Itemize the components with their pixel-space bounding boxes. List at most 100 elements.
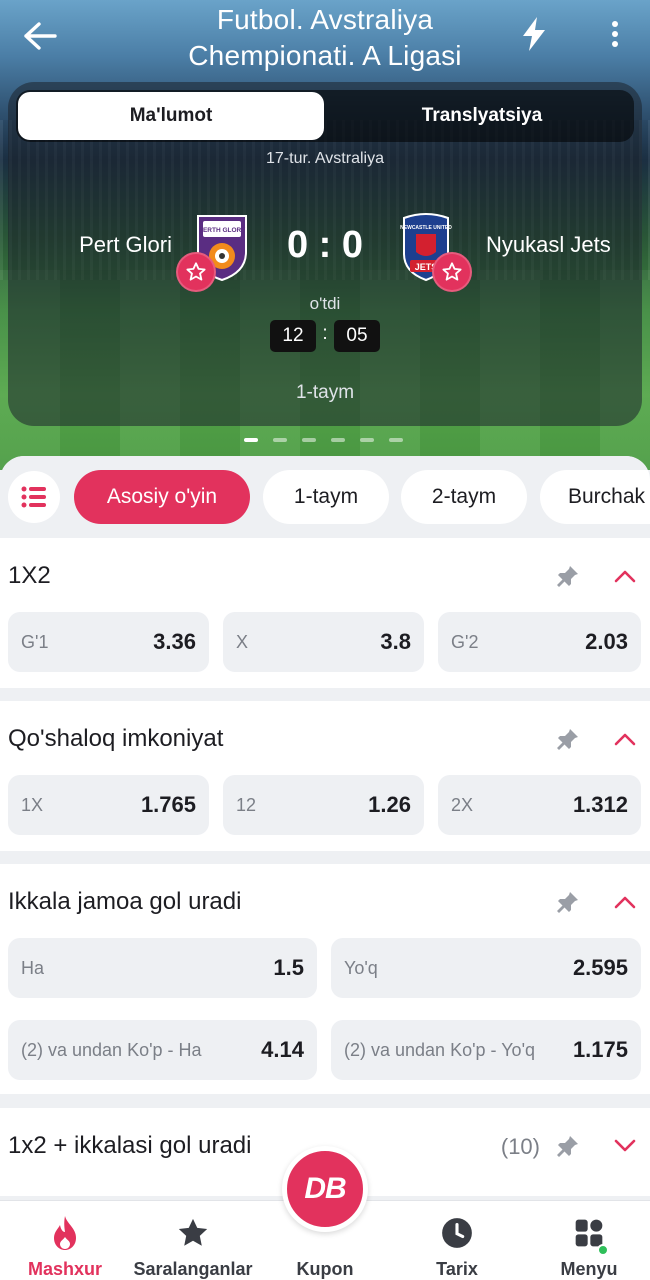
market-section-1x2: 1X2 G'1 3.36 X 3.8 G'2 2.03 [0,538,650,688]
carousel-dot[interactable] [360,438,374,442]
market-filter-bar: Asosiy o'yin 1-taym 2-taym Burchak [0,456,650,538]
odd-button[interactable]: (2) va undan Ko'p - Ha 4.14 [8,1020,317,1080]
markets-panel: Asosiy o'yin 1-taym 2-taym Burchak 1X2 G… [0,456,650,1216]
odd-label: (2) va undan Ko'p - Yo'q [344,1040,536,1060]
pin-button[interactable] [552,886,584,918]
collapse-button[interactable] [608,723,642,755]
scoreboard-card: Ma'lumot Translyatsiya 17-tur. Avstraliy… [8,82,642,426]
back-button[interactable] [18,14,62,58]
nav-label: Saralanganlar [133,1259,253,1279]
page-title: Futbol. Avstraliya Chempionati. A Ligasi [90,2,560,74]
odd-button[interactable]: 1X 1.765 [8,775,209,835]
tab-info[interactable]: Ma'lumot [18,92,324,140]
filter-second-half[interactable]: 2-taym [401,470,527,524]
odd-label: 2X [451,795,474,815]
nav-history[interactable]: Tarix [392,1201,522,1280]
filter-main-game[interactable]: Asosiy o'yin [74,470,250,524]
odd-button[interactable]: 2X 1.312 [438,775,641,835]
match-tabs: Ma'lumot Translyatsiya [16,90,634,142]
carousel-dot[interactable] [302,438,316,442]
odd-button[interactable]: G'2 2.03 [438,612,641,672]
star-outline-icon [186,262,206,281]
odd-label: Ha [21,958,45,978]
home-favorite-button[interactable] [176,252,216,292]
chevron-up-icon [614,733,636,746]
timer-minutes: 12 [270,320,316,352]
away-team-name: Nyukasl Jets [486,232,611,257]
nav-label: Kupon [296,1259,354,1279]
quick-bet-button[interactable] [512,12,556,56]
match-status: o'tdi [309,294,341,313]
market-count: (10) [500,1134,540,1159]
timer-separator: : [322,323,328,344]
pin-button[interactable] [552,1130,584,1162]
odd-value: 1.765 [140,792,196,817]
coupon-button[interactable]: DB [282,1146,368,1232]
timer-seconds: 05 [334,320,380,352]
market-title[interactable]: 1x2 + ikkalasi gol uradi [8,1132,251,1160]
pin-button[interactable] [552,723,584,755]
odd-label: G'1 [21,632,49,652]
odd-button[interactable]: X 3.8 [223,612,424,672]
filter-first-half[interactable]: 1-taym [263,470,389,524]
match-score: 0 : 0 [286,224,364,266]
nav-label: Tarix [436,1259,478,1279]
home-team-name: Pert Glori [79,232,172,257]
odd-label: X [236,632,249,652]
market-title[interactable]: Qo'shaloq imkoniyat [8,725,223,753]
online-status-dot [597,1244,609,1256]
flame-icon [47,1213,83,1253]
market-title[interactable]: 1X2 [8,562,51,590]
coupon-logo: DB [304,1172,346,1205]
match-timer: 12 : 05 [270,320,382,352]
clock-icon [439,1213,475,1253]
odd-button[interactable]: Yo'q 2.595 [331,938,641,998]
market-title[interactable]: Ikkala jamoa gol uradi [8,888,241,916]
odd-value: 2.03 [585,629,628,654]
odd-button[interactable]: Ha 1.5 [8,938,317,998]
odd-button[interactable]: (2) va undan Ko'p - Yo'q 1.175 [331,1020,641,1080]
collapse-button[interactable] [608,560,642,592]
market-list-button[interactable] [8,471,60,523]
odd-button[interactable]: 12 1.26 [223,775,424,835]
tab-broadcast[interactable]: Translyatsiya [332,92,632,140]
collapse-button[interactable] [608,886,642,918]
odd-label: (2) va undan Ko'p - Ha [21,1040,202,1060]
match-round: 17-tur. Avstraliya [266,150,384,167]
expand-button[interactable] [608,1130,642,1162]
filter-corners[interactable]: Burchak [540,470,650,524]
odd-value: 1.175 [572,1037,628,1062]
carousel-dot[interactable] [389,438,403,442]
away-logo-text-top: NEWCASTLE UNITED [400,225,452,231]
odd-value: 4.14 [261,1037,304,1062]
carousel-dot[interactable] [331,438,345,442]
odd-value: 2.595 [572,955,628,980]
odd-value: 1.26 [368,792,411,817]
star-outline-icon [442,262,462,281]
match-hero: Futbol. Avstraliya Chempionati. A Ligasi… [0,0,650,470]
lightning-icon [523,17,545,51]
odd-label: 1X [21,795,44,815]
odd-button[interactable]: G'1 3.36 [8,612,209,672]
page-title-line2: Chempionati. A Ligasi [188,40,462,71]
carousel-dot[interactable] [244,438,258,442]
match-period: 1-taym [295,382,355,403]
odd-value: 3.8 [380,629,411,654]
home-logo-text: PERTH GLORY [199,227,246,234]
pin-icon [557,729,578,750]
top-bar: Futbol. Avstraliya Chempionati. A Ligasi [0,0,650,80]
odd-value: 1.5 [273,955,304,980]
arrow-left-icon [24,22,57,50]
nav-menu[interactable]: Menyu [524,1201,650,1280]
more-vertical-icon [612,21,618,47]
nav-label: Mashxur [27,1259,103,1279]
nav-popular[interactable]: Mashxur [0,1201,130,1280]
pin-icon [557,892,578,913]
carousel-dot[interactable] [273,438,287,442]
chevron-down-icon [614,1139,636,1152]
chevron-up-icon [614,570,636,583]
pin-button[interactable] [552,560,584,592]
more-options-button[interactable] [598,12,632,56]
away-favorite-button[interactable] [432,252,472,292]
nav-favorites[interactable]: Saralanganlar [128,1201,258,1280]
